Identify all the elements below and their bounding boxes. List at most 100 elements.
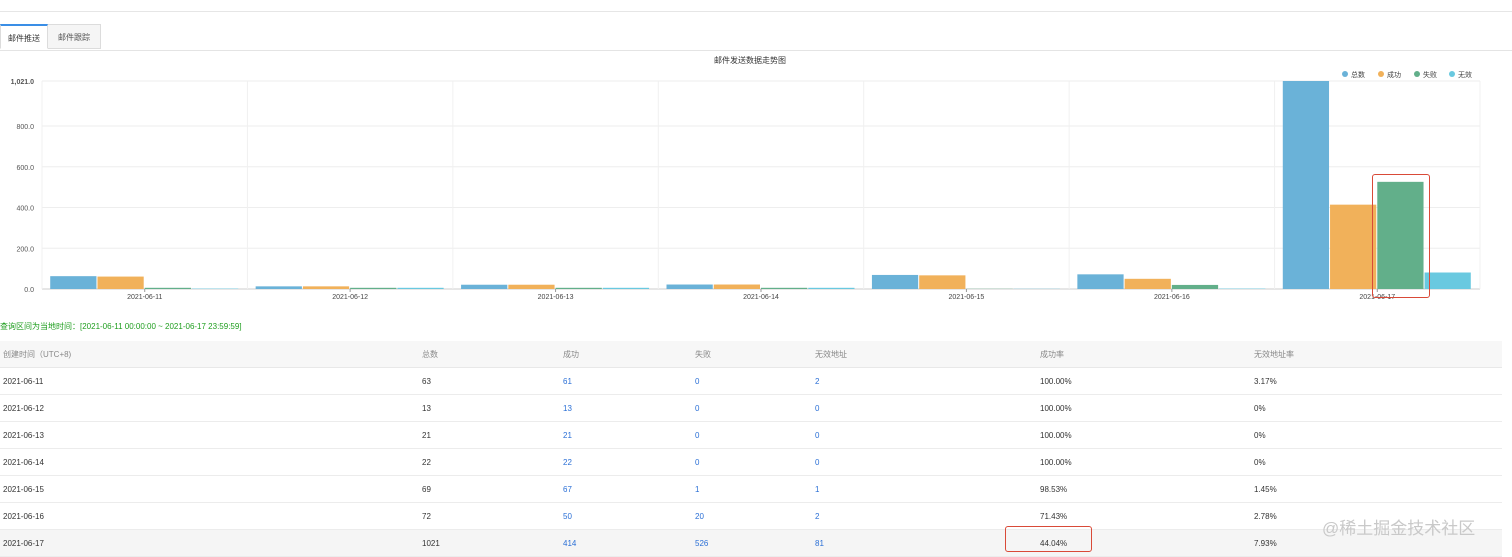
cell-total: 13 <box>422 395 563 422</box>
x-tick-label: 2021-06-12 <box>332 294 368 301</box>
cell-created-time: 2021-06-14 <box>0 449 422 476</box>
chart-title: 邮件发送数据走势图 <box>714 55 786 65</box>
cell-failed[interactable]: 526 <box>695 530 815 557</box>
cell-total: 72 <box>422 503 563 530</box>
tab-mail-tracking[interactable]: 邮件跟踪 <box>48 24 101 49</box>
cell-success[interactable]: 414 <box>563 530 695 557</box>
cell-invalid-rate: 0% <box>1254 449 1502 476</box>
bar-total[interactable] <box>1077 274 1123 289</box>
header-created-time[interactable]: 创建时间（UTC+8) <box>0 341 422 368</box>
table-row: 2021-06-13212100100.00%0% <box>0 422 1502 449</box>
bar-success[interactable] <box>303 286 349 289</box>
cell-success[interactable]: 50 <box>563 503 695 530</box>
bar-total[interactable] <box>1283 81 1329 289</box>
bar-failed[interactable] <box>350 288 396 289</box>
cell-created-time: 2021-06-12 <box>0 395 422 422</box>
cell-invalid-address[interactable]: 2 <box>815 368 1040 395</box>
legend-marker[interactable] <box>1378 71 1384 77</box>
bar-total[interactable] <box>872 275 918 289</box>
legend-label[interactable]: 成功 <box>1387 70 1401 79</box>
bar-success[interactable] <box>1330 205 1376 289</box>
cell-success-rate: 100.00% <box>1040 422 1254 449</box>
header-success[interactable]: 成功 <box>563 341 695 368</box>
bar-invalid[interactable] <box>603 288 649 289</box>
header-invalid-address[interactable]: 无效地址 <box>815 341 1040 368</box>
legend-label[interactable]: 失败 <box>1423 70 1437 79</box>
cell-invalid-address[interactable]: 0 <box>815 395 1040 422</box>
cell-created-time: 2021-06-17 <box>0 530 422 557</box>
bar-invalid[interactable] <box>808 288 854 289</box>
cell-created-time: 2021-06-15 <box>0 476 422 503</box>
cell-invalid-rate: 3.17% <box>1254 368 1502 395</box>
y-tick-label: 600.0 <box>16 165 34 172</box>
x-tick-label: 2021-06-14 <box>743 294 779 301</box>
highlight-box-failed-bar <box>1372 174 1430 298</box>
cell-created-time: 2021-06-13 <box>0 422 422 449</box>
y-tick-label: 1,021.0 <box>11 79 34 86</box>
cell-total: 22 <box>422 449 563 476</box>
tab-mail-push[interactable]: 邮件推送 <box>0 24 48 49</box>
legend-label[interactable]: 总数 <box>1351 70 1365 79</box>
bar-failed[interactable] <box>145 288 191 289</box>
cell-failed[interactable]: 0 <box>695 368 815 395</box>
bar-invalid[interactable] <box>1425 272 1471 289</box>
bar-success[interactable] <box>97 277 143 289</box>
cell-success-rate: 100.00% <box>1040 368 1254 395</box>
cell-total: 21 <box>422 422 563 449</box>
cell-success[interactable]: 67 <box>563 476 695 503</box>
bar-total[interactable] <box>256 286 302 289</box>
tab-bar: 邮件推送 邮件跟踪 <box>0 24 1512 51</box>
table-row: 2021-06-1710214145268144.04%7.93% <box>0 530 1502 557</box>
header-success-rate[interactable]: 成功率 <box>1040 341 1254 368</box>
cell-failed[interactable]: 0 <box>695 395 815 422</box>
cell-created-time: 2021-06-16 <box>0 503 422 530</box>
cell-success-rate: 100.00% <box>1040 449 1254 476</box>
legend-marker[interactable] <box>1449 71 1455 77</box>
cell-invalid-address[interactable]: 0 <box>815 449 1040 476</box>
bar-failed[interactable] <box>1172 285 1218 289</box>
header-invalid-rate[interactable]: 无效地址率 <box>1254 341 1502 368</box>
mail-trend-chart: 邮件发送数据走势图0.0200.0400.0600.0800.01,021.02… <box>0 50 1512 318</box>
cell-invalid-rate: 1.45% <box>1254 476 1502 503</box>
table-row: 2021-06-12131300100.00%0% <box>0 395 1502 422</box>
cell-success[interactable]: 22 <box>563 449 695 476</box>
x-tick-label: 2021-06-11 <box>127 294 162 301</box>
bar-success[interactable] <box>714 285 760 289</box>
header-total[interactable]: 总数 <box>422 341 563 368</box>
cell-failed[interactable]: 1 <box>695 476 815 503</box>
bar-invalid[interactable] <box>397 288 443 289</box>
cell-failed[interactable]: 0 <box>695 422 815 449</box>
cell-created-time: 2021-06-11 <box>0 368 422 395</box>
legend-label[interactable]: 无效 <box>1458 70 1472 79</box>
x-tick-label: 2021-06-15 <box>949 294 985 301</box>
header-failed[interactable]: 失败 <box>695 341 815 368</box>
bar-success[interactable] <box>508 285 554 289</box>
bar-total[interactable] <box>667 285 713 289</box>
cell-success[interactable]: 13 <box>563 395 695 422</box>
legend-marker[interactable] <box>1342 71 1348 77</box>
bar-total[interactable] <box>461 285 507 289</box>
cell-invalid-address[interactable]: 0 <box>815 422 1040 449</box>
cell-total: 1021 <box>422 530 563 557</box>
table-row: 2021-06-1569671198.53%1.45% <box>0 476 1502 503</box>
bar-success[interactable] <box>919 275 965 289</box>
table-header-row: 创建时间（UTC+8) 总数 成功 失败 无效地址 成功率 无效地址率 <box>0 341 1502 368</box>
bar-failed[interactable] <box>556 288 602 289</box>
cell-failed[interactable]: 20 <box>695 503 815 530</box>
cell-success[interactable]: 21 <box>563 422 695 449</box>
cell-success-rate: 98.53% <box>1040 476 1254 503</box>
cell-success[interactable]: 61 <box>563 368 695 395</box>
bar-total[interactable] <box>50 276 96 289</box>
legend-marker[interactable] <box>1414 71 1420 77</box>
y-tick-label: 0.0 <box>24 287 34 294</box>
cell-invalid-address[interactable]: 1 <box>815 476 1040 503</box>
bar-failed[interactable] <box>761 288 807 289</box>
cell-failed[interactable]: 0 <box>695 449 815 476</box>
watermark: @稀土掘金技术社区 <box>1322 514 1475 539</box>
cell-success-rate: 100.00% <box>1040 395 1254 422</box>
cell-invalid-rate: 0% <box>1254 422 1502 449</box>
bar-success[interactable] <box>1125 279 1171 289</box>
cell-total: 63 <box>422 368 563 395</box>
y-tick-label: 400.0 <box>16 206 34 213</box>
cell-invalid-rate: 0% <box>1254 395 1502 422</box>
